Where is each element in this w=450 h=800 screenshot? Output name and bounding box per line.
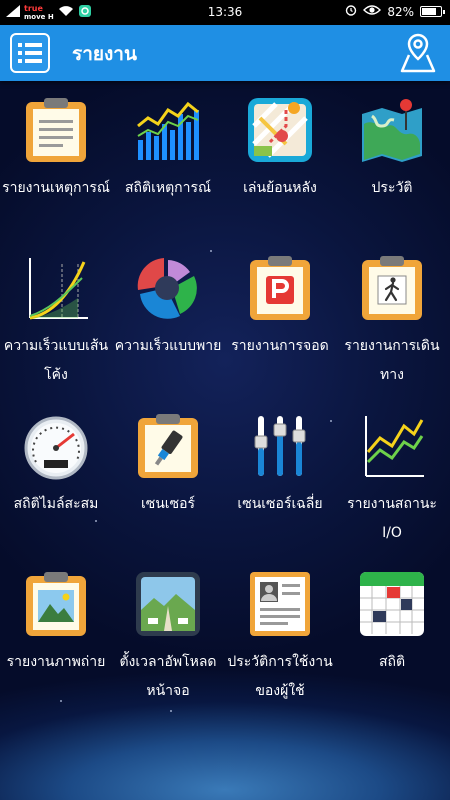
map-pin-icon [358,96,426,164]
menu-item-label: รายงานภาพถ่าย [6,654,106,670]
battery-icon [420,6,445,17]
screen-upload-icon [134,570,202,638]
eye-icon [363,4,382,19]
menu-item-photo-report[interactable]: รายงานภาพถ่าย [0,562,112,722]
menu-item-speed-curve[interactable]: ความเร็วแบบเส้นโค้ง [0,246,112,406]
menu-item-statistics[interactable]: สถิติ [336,562,448,722]
app-bar: รายงาน [0,25,450,81]
menu-item-sensor-average[interactable]: เซนเซอร์เฉลี่ย [224,404,336,564]
location-button[interactable] [398,31,438,75]
report-menu-grid: รายงานเหตุการณ์ สถิติเหตุการณ์ เล่นย้อนห… [0,88,450,700]
sliders-icon [246,412,314,480]
menu-item-label: ตั้งเวลาอัพโหลดหน้าจอ [119,654,217,699]
route-map-icon [246,96,314,164]
menu-item-label: รายงานเหตุการณ์ [2,180,110,196]
menu-item-label: ประวัติ [371,180,413,196]
menu-item-label: ประวัติการใช้งานของผู้ใช้ [227,654,333,699]
menu-item-label: เซนเซอร์ [140,496,196,512]
pie-chart-icon [134,254,202,322]
walking-report-icon [358,254,426,322]
user-profile-icon [246,570,314,638]
battery-fill [422,8,436,15]
menu-item-screen-upload-schedule[interactable]: ตั้งเวลาอัพโหลดหน้าจอ [112,562,224,722]
map-location-icon [400,33,436,73]
status-bar: true move H 13:36 82% [0,0,450,25]
menu-item-label: รายงานสถานะ I/O [347,496,437,541]
menu-item-label: สถิติเหตุการณ์ [124,180,212,196]
menu-item-label: สถิติไมล์สะสม [13,496,99,512]
menu-item-label: รายงานการจอด [231,338,329,354]
menu-item-incident-report[interactable]: รายงานเหตุการณ์ [0,88,112,248]
menu-item-mileage-statistics[interactable]: สถิติไมล์สะสม [0,404,112,564]
menu-item-label: เซนเซอร์เฉลี่ย [237,496,323,512]
menu-item-travel-report[interactable]: รายงานการเดินทาง [336,246,448,406]
menu-item-sensor[interactable]: เซนเซอร์ [112,404,224,564]
io-chart-icon [358,412,426,480]
page-title: รายงาน [72,43,137,65]
speedometer-icon [22,412,90,480]
alarm-icon [345,4,357,19]
battery-percent: 82% [387,4,414,19]
menu-item-label: ความเร็วแบบเส้นโค้ง [3,338,109,383]
menu-item-label: สถิติ [378,654,406,670]
speed-curve-icon [22,254,90,322]
menu-item-history[interactable]: ประวัติ [336,88,448,248]
menu-button[interactable] [10,33,50,73]
photo-report-icon [22,570,90,638]
menu-item-speed-pie[interactable]: ความเร็วแบบพาย [112,246,224,406]
list-menu-icon [18,43,42,63]
menu-item-playback[interactable]: เล่นย้อนหลัง [224,88,336,248]
parking-report-icon [246,254,314,322]
menu-item-parking-report[interactable]: รายงานการจอด [224,246,336,406]
menu-item-label: เล่นย้อนหลัง [243,180,317,196]
menu-item-io-status-report[interactable]: รายงานสถานะ I/O [336,404,448,564]
bar-line-chart-icon [134,96,202,164]
sensor-report-icon [134,412,202,480]
menu-item-label: ความเร็วแบบพาย [114,338,222,354]
clipboard-report-icon [22,96,90,164]
calendar-grid-icon [358,570,426,638]
menu-item-incident-statistics[interactable]: สถิติเหตุการณ์ [112,88,224,248]
menu-item-user-usage-history[interactable]: ประวัติการใช้งานของผู้ใช้ [224,562,336,722]
menu-item-label: รายงานการเดินทาง [344,338,440,383]
